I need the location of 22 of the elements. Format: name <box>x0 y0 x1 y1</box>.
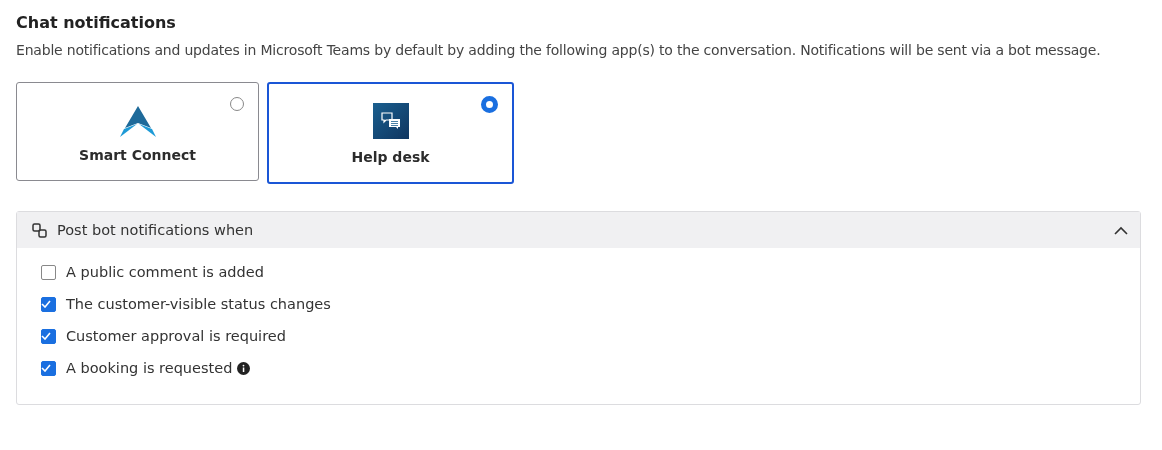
checkbox[interactable] <box>41 296 56 312</box>
panel-header[interactable]: Post bot notifications when <box>17 212 1140 248</box>
option-label: A public comment is added <box>66 264 264 280</box>
app-name: Smart Connect <box>79 147 196 163</box>
radio-button[interactable] <box>481 96 498 113</box>
option-label: The customer-visible status changes <box>66 296 331 312</box>
app-card[interactable]: Smart Connect <box>16 82 259 181</box>
checkbox[interactable] <box>41 328 56 344</box>
checkbox[interactable] <box>41 360 56 376</box>
info-icon[interactable] <box>237 361 251 375</box>
option-label: A booking is requested <box>66 360 233 376</box>
option-label: Customer approval is required <box>66 328 286 344</box>
app-card[interactable]: Help desk <box>267 82 514 184</box>
app-name: Help desk <box>351 149 430 165</box>
description-text: Enable notifications and updates in Microsoft Teams by default by adding the following app(s) to the conversation. Notifications will be sent via a bot message. <box>16 41 1102 60</box>
chat-bubbles-icon <box>372 103 409 139</box>
chevron-icon[interactable] <box>1114 225 1128 235</box>
section-title: Chat notifications <box>16 13 177 32</box>
triangle-logo-icon <box>119 106 156 137</box>
panel-title: Post bot notifications when <box>57 222 255 238</box>
checkbox[interactable] <box>41 264 56 280</box>
link-squares-icon <box>32 222 47 238</box>
